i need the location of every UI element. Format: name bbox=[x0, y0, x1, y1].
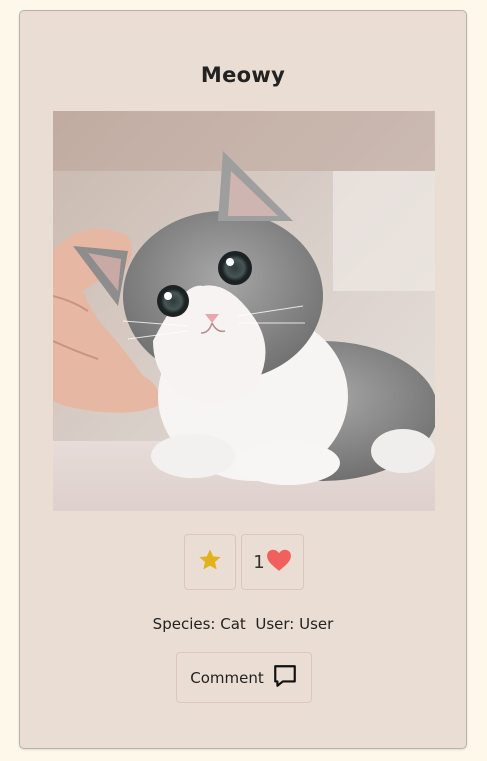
like-button[interactable]: 1 bbox=[241, 534, 304, 590]
species-value: Cat bbox=[220, 615, 246, 633]
user-label: User: bbox=[255, 615, 295, 633]
user-value: User bbox=[299, 615, 334, 633]
speech-bubble-icon bbox=[272, 663, 298, 693]
post-meta: Species: Cat User: User bbox=[20, 615, 466, 633]
species-label: Species: bbox=[152, 615, 216, 633]
post-card: Meowy 1 Species: Cat User: User Comment bbox=[19, 10, 467, 749]
comment-label: Comment bbox=[190, 668, 264, 687]
post-image bbox=[53, 111, 435, 511]
comment-button[interactable]: Comment bbox=[176, 652, 312, 703]
post-title: Meowy bbox=[200, 63, 286, 87]
favorite-button[interactable] bbox=[184, 534, 236, 590]
star-icon bbox=[197, 547, 223, 577]
like-count: 1 bbox=[253, 551, 265, 573]
heart-icon bbox=[266, 548, 292, 576]
